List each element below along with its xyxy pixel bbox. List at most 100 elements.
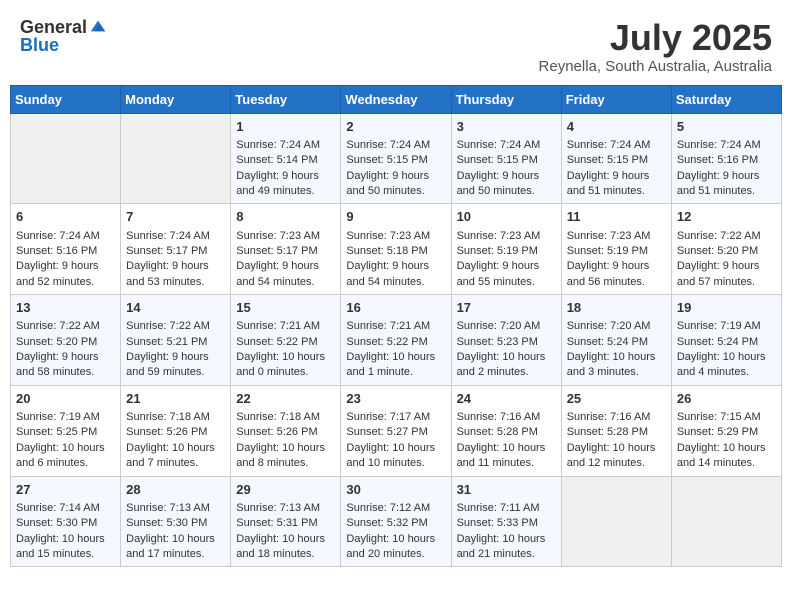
calendar-subtitle: Reynella, South Australia, Australia bbox=[539, 58, 772, 75]
calendar-cell: 16Sunrise: 7:21 AMSunset: 5:22 PMDayligh… bbox=[341, 295, 451, 386]
calendar-cell: 23 Sunrise: 7:17 AM Sunset: 5:27 PM Dayligh… bbox=[341, 385, 451, 476]
sunrise-text: Sunrise: 7:21 AM bbox=[236, 320, 320, 332]
daylight-text: Daylight: 9 hours and 58 minutes. bbox=[16, 351, 99, 378]
daylight-text: Daylight: 10 hours and 15 minutes. bbox=[16, 533, 105, 560]
page-header: General Blue July 2025 Reynella, South A… bbox=[10, 10, 782, 79]
sunrise-text: Sunrise: 7:14 AM bbox=[16, 502, 100, 514]
sunset-text: Sunset: 5:20 PM bbox=[677, 245, 758, 257]
calendar-cell: 5Sunrise: 7:24 AMSunset: 5:16 PMDaylight… bbox=[671, 113, 781, 204]
calendar-cell: 13Sunrise: 7:22 AMSunset: 5:20 PMDayligh… bbox=[11, 295, 121, 386]
daylight-text: Daylight: 9 hours and 50 minutes. bbox=[457, 170, 540, 197]
sunset-text: Sunset: 5:30 PM bbox=[16, 517, 97, 529]
calendar-cell: 12Sunrise: 7:22 AMSunset: 5:20 PMDayligh… bbox=[671, 204, 781, 295]
daylight-text: Daylight: 10 hours and 3 minutes. bbox=[567, 351, 656, 378]
calendar-cell: 10Sunrise: 7:23 AMSunset: 5:19 PMDayligh… bbox=[451, 204, 561, 295]
sunset-text: Sunset: 5:32 PM bbox=[346, 517, 427, 529]
day-number: 26 bbox=[677, 390, 776, 408]
sunset-text: Sunset: 5:27 PM bbox=[346, 426, 427, 438]
sunset-text: Sunset: 5:19 PM bbox=[457, 245, 538, 257]
sunset-text: Sunset: 5:15 PM bbox=[567, 154, 648, 166]
sunset-text: Sunset: 5:18 PM bbox=[346, 245, 427, 257]
calendar-cell: 18Sunrise: 7:20 AMSunset: 5:24 PMDayligh… bbox=[561, 295, 671, 386]
weekday-header-tuesday: Tuesday bbox=[231, 85, 341, 113]
day-number: 24 bbox=[457, 390, 556, 408]
sunrise-text: Sunrise: 7:24 AM bbox=[126, 230, 210, 242]
sunset-text: Sunset: 5:33 PM bbox=[457, 517, 538, 529]
sunrise-text: Sunrise: 7:13 AM bbox=[236, 502, 320, 514]
title-block: July 2025 Reynella, South Australia, Aus… bbox=[539, 18, 772, 75]
day-number: 17 bbox=[457, 299, 556, 317]
daylight-text: Daylight: 9 hours and 57 minutes. bbox=[677, 260, 760, 287]
logo-general: General bbox=[20, 18, 87, 36]
calendar-cell: 29Sunrise: 7:13 AMSunset: 5:31 PMDayligh… bbox=[231, 476, 341, 567]
sunrise-text: Sunrise: 7:13 AM bbox=[126, 502, 210, 514]
day-number: 5 bbox=[677, 118, 776, 136]
weekday-header-row: SundayMondayTuesdayWednesdayThursdayFrid… bbox=[11, 85, 782, 113]
calendar-cell: 15Sunrise: 7:21 AMSunset: 5:22 PMDayligh… bbox=[231, 295, 341, 386]
sunrise-text: Sunrise: 7:16 AM bbox=[457, 411, 541, 423]
sunrise-text: Sunrise: 7:23 AM bbox=[457, 230, 541, 242]
weekday-header-wednesday: Wednesday bbox=[341, 85, 451, 113]
sunset-text: Sunset: 5:21 PM bbox=[126, 336, 207, 348]
calendar-cell: 31Sunrise: 7:11 AMSunset: 5:33 PMDayligh… bbox=[451, 476, 561, 567]
day-number: 23 bbox=[346, 390, 445, 408]
daylight-text: Daylight: 10 hours and 10 minutes. bbox=[346, 442, 435, 469]
sunset-text: Sunset: 5:19 PM bbox=[567, 245, 648, 257]
weekday-header-saturday: Saturday bbox=[671, 85, 781, 113]
sunrise-text: Sunrise: 7:21 AM bbox=[346, 320, 430, 332]
sunrise-text: Sunrise: 7:18 AM bbox=[236, 411, 320, 423]
calendar-cell: 27Sunrise: 7:14 AMSunset: 5:30 PMDayligh… bbox=[11, 476, 121, 567]
calendar-cell: 25 Sunrise: 7:16 AM Sunset: 5:28 PM Dayligh… bbox=[561, 385, 671, 476]
day-number: 22 bbox=[236, 390, 335, 408]
calendar-cell: 3Sunrise: 7:24 AMSunset: 5:15 PMDaylight… bbox=[451, 113, 561, 204]
weekday-header-monday: Monday bbox=[121, 85, 231, 113]
daylight-text: Daylight: 10 hours and 0 minutes. bbox=[236, 351, 325, 378]
calendar-cell bbox=[11, 113, 121, 204]
sunrise-text: Sunrise: 7:23 AM bbox=[236, 230, 320, 242]
sunset-text: Sunset: 5:15 PM bbox=[457, 154, 538, 166]
day-number: 3 bbox=[457, 118, 556, 136]
calendar-table: SundayMondayTuesdayWednesdayThursdayFrid… bbox=[10, 85, 782, 568]
logo: General Blue bbox=[20, 18, 107, 54]
daylight-text: Daylight: 9 hours and 52 minutes. bbox=[16, 260, 99, 287]
day-number: 14 bbox=[126, 299, 225, 317]
daylight-text: Daylight: 10 hours and 21 minutes. bbox=[457, 533, 546, 560]
calendar-title: July 2025 bbox=[539, 18, 772, 58]
calendar-cell: 8Sunrise: 7:23 AMSunset: 5:17 PMDaylight… bbox=[231, 204, 341, 295]
sunrise-text: Sunrise: 7:22 AM bbox=[677, 230, 761, 242]
daylight-text: Daylight: 9 hours and 53 minutes. bbox=[126, 260, 209, 287]
day-number: 6 bbox=[16, 208, 115, 226]
day-number: 30 bbox=[346, 481, 445, 499]
weekday-header-thursday: Thursday bbox=[451, 85, 561, 113]
sunset-text: Sunset: 5:14 PM bbox=[236, 154, 317, 166]
sunrise-text: Sunrise: 7:24 AM bbox=[236, 139, 320, 151]
sunset-text: Sunset: 5:16 PM bbox=[677, 154, 758, 166]
calendar-cell bbox=[671, 476, 781, 567]
sunrise-text: Sunrise: 7:17 AM bbox=[346, 411, 430, 423]
calendar-cell bbox=[561, 476, 671, 567]
calendar-cell: 24Sunrise: 7:16 AMSunset: 5:28 PMDayligh… bbox=[451, 385, 561, 476]
daylight-text: Daylight: 10 hours and 12 minutes. bbox=[567, 442, 656, 469]
daylight-text: Daylight: 9 hours and 59 minutes. bbox=[126, 351, 209, 378]
sunset-text: Sunset: 5:17 PM bbox=[236, 245, 317, 257]
daylight-text: Daylight: 9 hours and 56 minutes. bbox=[567, 260, 650, 287]
day-number: 16 bbox=[346, 299, 445, 317]
day-number: 19 bbox=[677, 299, 776, 317]
sunset-text: Sunset: 5:31 PM bbox=[236, 517, 317, 529]
sunrise-text: Sunrise: 7:19 AM bbox=[16, 411, 100, 423]
calendar-cell: 17Sunrise: 7:20 AMSunset: 5:23 PMDayligh… bbox=[451, 295, 561, 386]
daylight-text: Daylight: 9 hours and 55 minutes. bbox=[457, 260, 540, 287]
day-number: 15 bbox=[236, 299, 335, 317]
daylight-text: Daylight: 10 hours and 4 minutes. bbox=[677, 351, 766, 378]
day-number: 25 bbox=[567, 390, 666, 408]
sunrise-text: Sunrise: 7:16 AM bbox=[567, 411, 651, 423]
sunset-text: Sunset: 5:28 PM bbox=[567, 426, 648, 438]
calendar-cell: 6Sunrise: 7:24 AMSunset: 5:16 PMDaylight… bbox=[11, 204, 121, 295]
daylight-text: Daylight: 10 hours and 6 minutes. bbox=[16, 442, 105, 469]
sunrise-text: Sunrise: 7:24 AM bbox=[346, 139, 430, 151]
sunset-text: Sunset: 5:26 PM bbox=[236, 426, 317, 438]
day-number: 8 bbox=[236, 208, 335, 226]
daylight-text: Daylight: 9 hours and 51 minutes. bbox=[567, 170, 650, 197]
calendar-week-row: 27Sunrise: 7:14 AMSunset: 5:30 PMDayligh… bbox=[11, 476, 782, 567]
sunrise-text: Sunrise: 7:24 AM bbox=[16, 230, 100, 242]
